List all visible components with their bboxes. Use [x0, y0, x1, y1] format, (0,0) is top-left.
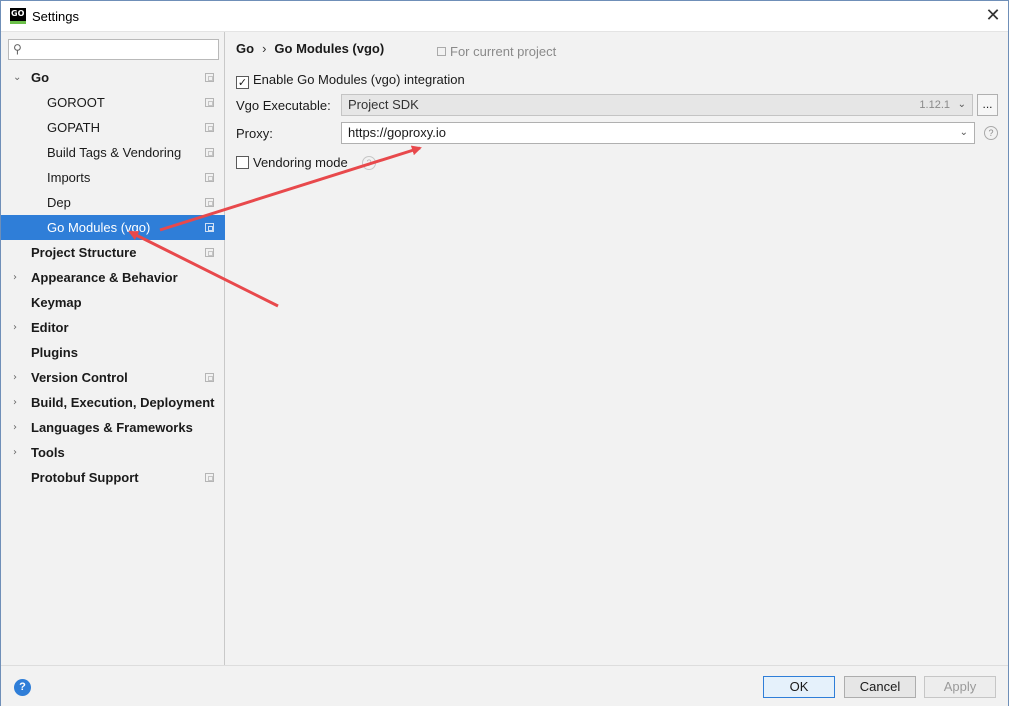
chevron-right-icon[interactable]: ›	[13, 315, 25, 340]
chevron-down-icon: ⌄	[957, 99, 966, 110]
help-icon[interactable]: ?	[984, 126, 998, 140]
search-input[interactable]	[31, 41, 211, 58]
breadcrumb: Go › Go Modules (vgo)	[236, 41, 384, 56]
sidebar-item-protobuf-support[interactable]: Protobuf Support	[1, 465, 225, 490]
scope-indicator: For current project	[437, 44, 556, 59]
sidebar-item-project-structure[interactable]: Project Structure	[1, 240, 225, 265]
vgo-executable-value: Project SDK	[348, 97, 419, 112]
proxy-label: Proxy:	[236, 126, 273, 141]
copy-icon	[205, 173, 214, 182]
search-icon: ⚲	[13, 42, 22, 56]
settings-content: Go › Go Modules (vgo) For current project …	[226, 32, 1008, 665]
sidebar-item-go[interactable]: ⌄ Go	[1, 65, 225, 90]
chevron-right-icon[interactable]: ›	[13, 265, 25, 290]
settings-window: GO Settings ✕ ⚲ ⌄ Go GOROOT GOPATH Build Tag…	[0, 0, 1009, 706]
sidebar-item-build-tags-vendoring[interactable]: Build Tags & Vendoring	[1, 140, 225, 165]
sidebar-item-gopath[interactable]: GOPATH	[1, 115, 225, 140]
settings-sidebar: ⚲ ⌄ Go GOROOT GOPATH Build Tags & Vendoring I…	[1, 32, 225, 665]
sidebar-item-label: GOPATH	[47, 120, 100, 135]
settings-tree: ⌄ Go GOROOT GOPATH Build Tags & Vendoring Imp…	[1, 65, 225, 490]
chevron-down-icon[interactable]: ⌄	[13, 65, 25, 90]
copy-icon	[205, 148, 214, 157]
enable-modules-row[interactable]: ✓ Enable Go Modules (vgo) integration	[236, 72, 465, 89]
copy-icon	[205, 98, 214, 107]
sidebar-item-tools[interactable]: › Tools	[1, 440, 225, 465]
sidebar-item-label: Project Structure	[31, 245, 137, 260]
copy-icon	[205, 473, 214, 482]
vendoring-mode-row[interactable]: Vendoring mode	[236, 155, 348, 170]
sidebar-item-version-control[interactable]: › Version Control	[1, 365, 225, 390]
copy-icon	[205, 198, 214, 207]
sidebar-item-label: Tools	[31, 445, 65, 460]
chevron-right-icon[interactable]: ›	[13, 390, 25, 415]
copy-icon	[205, 123, 214, 132]
apply-button[interactable]: Apply	[924, 676, 996, 698]
sidebar-item-label: Build, Execution, Deployment	[31, 395, 215, 410]
copy-icon	[205, 373, 214, 382]
sidebar-item-label: Build Tags & Vendoring	[47, 145, 182, 160]
proxy-value: https://goproxy.io	[348, 125, 447, 140]
proxy-field[interactable]: https://goproxy.io ⌄	[341, 122, 975, 144]
sidebar-item-label: Go Modules (vgo)	[47, 220, 151, 235]
sidebar-item-label: Version Control	[31, 370, 128, 385]
settings-search[interactable]: ⚲	[8, 39, 219, 60]
dialog-footer: ? OK Cancel Apply	[1, 665, 1008, 706]
vendoring-mode-checkbox[interactable]	[236, 156, 249, 169]
sidebar-item-plugins[interactable]: Plugins	[1, 340, 225, 365]
chevron-right-icon[interactable]: ›	[13, 440, 25, 465]
chevron-right-icon[interactable]: ›	[13, 365, 25, 390]
vgo-executable-select[interactable]: Project SDK 1.12.1 ⌄	[341, 94, 973, 116]
close-icon[interactable]: ✕	[978, 1, 1008, 31]
ok-button[interactable]: OK	[763, 676, 835, 698]
breadcrumb-current: Go Modules (vgo)	[274, 41, 385, 56]
sidebar-item-label: Appearance & Behavior	[31, 270, 178, 285]
sidebar-item-dep[interactable]: Dep	[1, 190, 225, 215]
cancel-button[interactable]: Cancel	[844, 676, 916, 698]
breadcrumb-root[interactable]: Go	[236, 41, 254, 56]
sidebar-item-imports[interactable]: Imports	[1, 165, 225, 190]
copy-icon	[205, 73, 214, 82]
help-icon[interactable]: ?	[14, 679, 31, 696]
chevron-right-icon[interactable]: ›	[13, 415, 25, 440]
sidebar-item-label: Keymap	[31, 295, 82, 310]
chevron-down-icon[interactable]: ⌄	[960, 123, 968, 143]
copy-icon	[437, 47, 446, 56]
enable-modules-label: Enable Go Modules (vgo) integration	[253, 72, 465, 87]
sidebar-item-goroot[interactable]: GOROOT	[1, 90, 225, 115]
sidebar-item-label: GOROOT	[47, 95, 105, 110]
copy-icon	[205, 248, 214, 257]
sidebar-item-languages-frameworks[interactable]: › Languages & Frameworks	[1, 415, 225, 440]
sidebar-item-go-modules-vgo[interactable]: Go Modules (vgo)	[1, 215, 225, 240]
goland-app-icon: GO	[10, 8, 26, 24]
scope-label: For current project	[450, 44, 557, 59]
help-icon[interactable]: ?	[362, 156, 376, 170]
sidebar-item-label: Go	[31, 70, 50, 85]
sidebar-item-label: Imports	[47, 170, 91, 185]
vgo-executable-label: Vgo Executable:	[236, 98, 331, 113]
sidebar-item-appearance-behavior[interactable]: › Appearance & Behavior	[1, 265, 225, 290]
sidebar-item-label: Plugins	[31, 345, 78, 360]
sidebar-item-keymap[interactable]: Keymap	[1, 290, 225, 315]
breadcrumb-separator: ›	[262, 41, 267, 56]
vendoring-mode-label: Vendoring mode	[253, 155, 348, 170]
browse-button[interactable]: ...	[977, 94, 998, 116]
sidebar-item-build-execution-deployment[interactable]: › Build, Execution, Deployment	[1, 390, 225, 415]
sidebar-item-label: Protobuf Support	[31, 470, 139, 485]
sidebar-item-editor[interactable]: › Editor	[1, 315, 225, 340]
sdk-version: 1.12.1	[919, 99, 950, 111]
enable-modules-checkbox[interactable]: ✓	[236, 76, 249, 89]
sidebar-item-label: Languages & Frameworks	[31, 420, 193, 435]
window-title: Settings	[32, 9, 79, 24]
sidebar-item-label: Dep	[47, 195, 71, 210]
title-bar: GO Settings ✕	[1, 1, 1008, 32]
copy-icon	[205, 223, 214, 232]
sidebar-item-label: Editor	[31, 320, 69, 335]
